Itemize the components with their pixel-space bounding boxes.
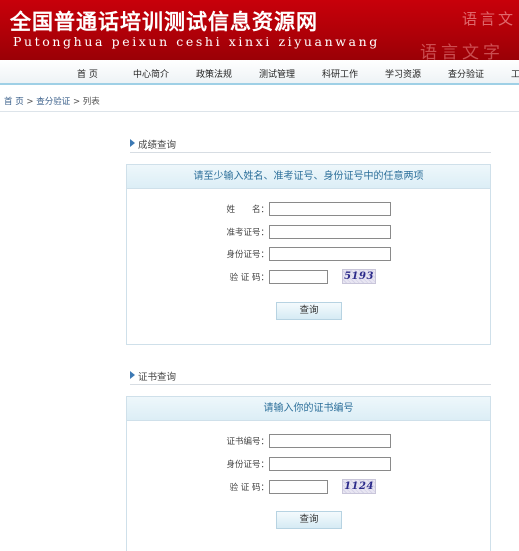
breadcrumb-separator: >: [23, 97, 37, 107]
captcha-label: 验 证 码：: [229, 273, 269, 283]
captcha-field[interactable]: [269, 270, 328, 284]
site-title-pinyin: Putonghua peixun ceshi xinxi ziyuanwang: [13, 34, 380, 49]
nav-item-test-management[interactable]: 测试管理: [259, 67, 295, 80]
score-query-submit-button[interactable]: 查询: [276, 302, 342, 320]
exam-number-label: 准考证号：: [226, 228, 269, 238]
nav-item-research[interactable]: 科研工作: [322, 67, 358, 80]
breadcrumb-current: 列表: [82, 97, 100, 107]
main-nav: 首 页 中心简介 政策法规 测试管理 科研工作 学习资源 查分验证 工: [0, 60, 519, 85]
nav-item-more[interactable]: 工: [511, 67, 519, 80]
cert-captcha-label: 验 证 码：: [229, 483, 269, 493]
cert-id-number-label: 身份证号：: [226, 460, 269, 470]
name-label: 姓 名：: [226, 205, 269, 215]
score-query-section-label: 成绩查询: [138, 140, 177, 151]
cert-query-submit-button[interactable]: 查询: [276, 511, 342, 529]
score-query-panel: 请至少输入姓名、准考证号、身份证号中的任意两项 姓 名： 准考证号： 身份证号：…: [126, 164, 491, 345]
captcha-image[interactable]: 5193: [342, 269, 376, 284]
score-query-panel-title: 请至少输入姓名、准考证号、身份证号中的任意两项: [127, 165, 490, 189]
cert-query-section-title: 证书查询: [130, 369, 491, 385]
breadcrumb-section[interactable]: 查分验证: [36, 97, 70, 107]
nav-item-score-verify[interactable]: 查分验证: [448, 67, 484, 80]
name-row: 姓 名：: [127, 202, 492, 216]
cert-captcha-row: 验 证 码： 1124: [127, 479, 492, 494]
cert-captcha-image[interactable]: 1124: [342, 479, 376, 494]
cert-number-row: 证书编号：: [127, 434, 492, 448]
cert-query-panel-title: 请输入你的证书编号: [127, 397, 490, 421]
id-number-field[interactable]: [269, 247, 391, 261]
banner-watermark-top: 语言文: [462, 10, 517, 28]
id-number-row: 身份证号：: [127, 247, 492, 261]
site-banner: 全国普通话培训测试信息资源网 Putonghua peixun ceshi xi…: [0, 0, 519, 60]
nav-item-about[interactable]: 中心简介: [133, 67, 169, 80]
banner-watermark-bottom: 语言文字: [420, 43, 504, 60]
breadcrumb: 首 页 > 查分验证 > 列表: [0, 90, 519, 112]
nav-item-learning-resources[interactable]: 学习资源: [385, 67, 421, 80]
breadcrumb-separator: >: [70, 97, 83, 107]
cert-id-number-field[interactable]: [269, 457, 391, 471]
nav-item-policy[interactable]: 政策法规: [196, 67, 232, 80]
id-number-label: 身份证号：: [226, 250, 269, 260]
exam-number-field[interactable]: [269, 225, 391, 239]
cert-number-label: 证书编号：: [226, 437, 269, 447]
exam-number-row: 准考证号：: [127, 225, 492, 239]
cert-id-number-row: 身份证号：: [127, 457, 492, 471]
triangle-right-icon: [130, 371, 135, 379]
cert-query-panel: 请输入你的证书编号 证书编号： 身份证号： 验 证 码： 1124 查询: [126, 396, 491, 551]
breadcrumb-home[interactable]: 首 页: [4, 97, 24, 107]
cert-number-field[interactable]: [269, 434, 391, 448]
site-title: 全国普通话培训测试信息资源网: [10, 10, 318, 34]
triangle-right-icon: [130, 139, 135, 147]
nav-item-home[interactable]: 首 页: [77, 67, 98, 80]
captcha-row: 验 证 码： 5193: [127, 269, 492, 284]
score-query-section-title: 成绩查询: [130, 137, 491, 153]
cert-query-section-label: 证书查询: [138, 372, 177, 383]
cert-captcha-field[interactable]: [269, 480, 328, 494]
name-field[interactable]: [269, 202, 391, 216]
